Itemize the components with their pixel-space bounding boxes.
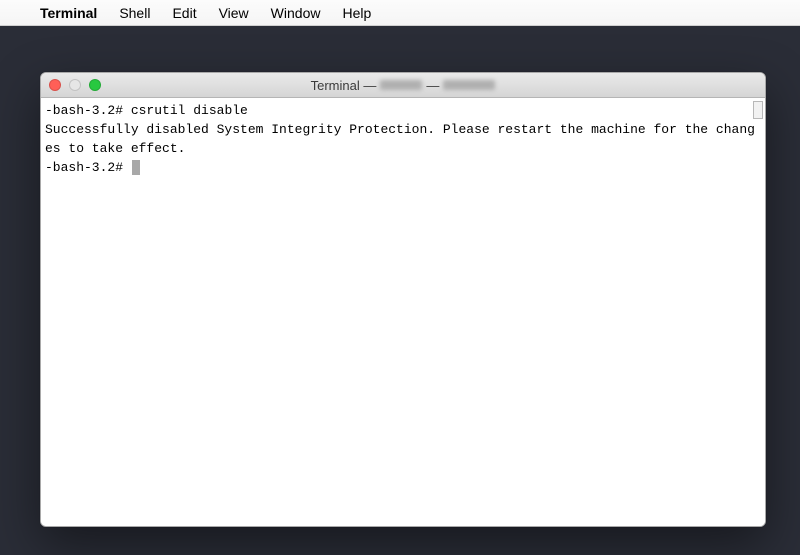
menu-view[interactable]: View (219, 5, 249, 21)
zoom-button[interactable] (89, 79, 101, 91)
cursor-icon (132, 160, 140, 175)
menu-app-name[interactable]: Terminal (40, 5, 97, 21)
minimize-button[interactable] (69, 79, 81, 91)
command-1: csrutil disable (131, 103, 248, 118)
menubar: Terminal Shell Edit View Window Help (0, 0, 800, 26)
menu-help[interactable]: Help (342, 5, 371, 21)
terminal-window: Terminal — — -bash-3.2# csrutil disableS… (40, 72, 766, 527)
desktop-background: Terminal — — -bash-3.2# csrutil disableS… (0, 26, 800, 555)
window-titlebar[interactable]: Terminal — — (41, 73, 765, 98)
title-dash: — (426, 78, 439, 93)
scrollbar-indicator-icon[interactable] (753, 101, 763, 119)
terminal-body[interactable]: -bash-3.2# csrutil disableSuccessfully d… (41, 98, 765, 526)
prompt-2: -bash-3.2# (45, 160, 123, 175)
menu-edit[interactable]: Edit (172, 5, 196, 21)
close-button[interactable] (49, 79, 61, 91)
title-prefix: Terminal — (311, 78, 377, 93)
terminal-line-2: Successfully disabled System Integrity P… (45, 121, 759, 159)
window-title: Terminal — — (41, 78, 765, 93)
title-obscured-2 (443, 80, 495, 90)
terminal-output: -bash-3.2# csrutil disableSuccessfully d… (45, 102, 759, 177)
menu-window[interactable]: Window (271, 5, 321, 21)
title-obscured-1 (380, 80, 422, 90)
terminal-line-3: -bash-3.2# (45, 159, 759, 178)
traffic-lights (49, 79, 101, 91)
prompt-1: -bash-3.2# (45, 103, 123, 118)
menu-shell[interactable]: Shell (119, 5, 150, 21)
terminal-line-1: -bash-3.2# csrutil disable (45, 102, 759, 121)
